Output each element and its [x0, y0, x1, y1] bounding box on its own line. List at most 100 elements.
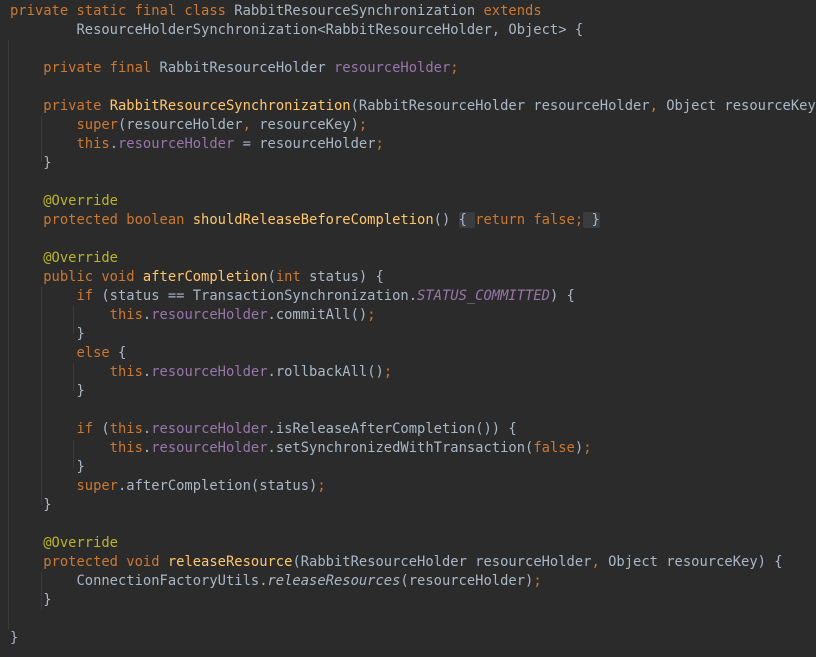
code-token: . — [142, 307, 152, 323]
code-line[interactable] — [10, 401, 816, 420]
code-line[interactable]: super.afterCompletion(status); — [10, 477, 816, 496]
code-token: ( — [101, 421, 110, 437]
code-line[interactable] — [10, 610, 816, 629]
code-token: int — [275, 269, 310, 285]
code-line[interactable]: this.resourceHolder = resourceHolder; — [10, 135, 816, 154]
code-token: resourceKey) — [259, 117, 359, 133]
code-token: ; — [574, 212, 584, 228]
code-line[interactable]: protected void releaseResource(RabbitRes… — [10, 553, 816, 572]
code-token: (status == TransactionSynchronization. — [101, 288, 418, 304]
code-token: private final — [10, 60, 160, 76]
code-token: resourceHolder — [151, 440, 268, 456]
code-token: Object resourceKey) { — [666, 98, 816, 114]
code-line[interactable] — [10, 78, 816, 97]
code-token: if — [10, 421, 102, 437]
code-line[interactable]: @Override — [10, 534, 816, 553]
code-token: , — [591, 554, 609, 570]
code-line[interactable]: else { — [10, 344, 816, 363]
code-editor[interactable]: private static final class RabbitResourc… — [0, 0, 816, 657]
code-token: (RabbitResourceHolder resourceHolder — [350, 98, 650, 114]
code-line[interactable]: public void afterCompletion(int status) … — [10, 268, 816, 287]
code-token: } — [10, 155, 52, 171]
code-line[interactable]: this.resourceHolder.setSynchronizedWithT… — [10, 439, 816, 458]
code-token: resourceHolder — [118, 136, 235, 152]
code-token: ResourceHolderSynchronization<RabbitReso… — [10, 22, 584, 38]
code-line[interactable]: @Override — [10, 249, 816, 268]
code-token: return false — [475, 212, 575, 228]
code-token: resourceHolder — [151, 421, 268, 437]
code-token: ; — [533, 573, 542, 589]
code-line[interactable]: this.resourceHolder.commitAll(); — [10, 306, 816, 325]
code-token: resourceHolder — [333, 60, 451, 76]
code-token: RabbitResourceHolder — [159, 60, 334, 76]
indent-guide — [8, 40, 9, 630]
code-line[interactable]: @Override — [10, 192, 816, 211]
code-token: .commitAll() — [267, 307, 368, 323]
code-token: if — [10, 288, 102, 304]
code-token: protected boolean — [10, 212, 193, 228]
code-token: this — [10, 364, 143, 380]
code-token: this — [10, 136, 110, 152]
code-line[interactable]: } — [10, 496, 816, 515]
code-token: , — [242, 117, 260, 133]
code-line[interactable]: if (this.resourceHolder.isReleaseAfterCo… — [10, 420, 816, 439]
code-line[interactable]: } — [10, 154, 816, 173]
code-line[interactable]: private final RabbitResourceHolder resou… — [10, 59, 816, 78]
code-line[interactable] — [10, 230, 816, 249]
folded-region[interactable]: { — [458, 212, 476, 228]
code-token: . — [142, 421, 152, 437]
code-token: (resourceHolder — [117, 117, 243, 133]
code-line[interactable]: protected boolean shouldReleaseBeforeCom… — [10, 211, 816, 230]
code-token: this — [10, 440, 143, 456]
code-line[interactable]: } — [10, 629, 816, 648]
code-line[interactable]: } — [10, 591, 816, 610]
code-token: ; — [317, 478, 326, 494]
code-token: ) — [574, 440, 584, 456]
code-token: = resourceHolder — [234, 136, 376, 152]
code-token: , — [649, 98, 667, 114]
code-token: ( — [267, 269, 276, 285]
code-token: } — [10, 383, 85, 399]
code-line[interactable]: private RabbitResourceSynchronization(Ra… — [10, 97, 816, 116]
code-token: releaseResources — [267, 573, 401, 589]
code-token: false — [533, 440, 575, 456]
code-token: ; — [450, 60, 459, 76]
code-token: . — [109, 136, 118, 152]
code-token: .afterCompletion(status) — [117, 478, 318, 494]
code-line[interactable]: } — [10, 382, 816, 401]
code-token: .isReleaseAfterCompletion()) { — [267, 421, 517, 437]
code-line[interactable]: private static final class RabbitResourc… — [10, 2, 816, 21]
code-token: } — [10, 592, 52, 608]
code-content[interactable]: private static final class RabbitResourc… — [10, 2, 816, 648]
code-line[interactable]: super(resourceHolder, resourceKey); — [10, 116, 816, 135]
code-token: private static final class — [10, 3, 235, 19]
code-line[interactable] — [10, 515, 816, 534]
code-token: this — [10, 307, 143, 323]
code-token: else — [10, 345, 118, 361]
code-token: Object resourceKey) { — [608, 554, 783, 570]
code-token: private — [10, 98, 110, 114]
code-token: STATUS_COMMITTED — [417, 288, 550, 304]
code-line[interactable]: this.resourceHolder.rollbackAll(); — [10, 363, 816, 382]
code-token: status) { — [309, 269, 384, 285]
code-token: resourceHolder — [151, 364, 268, 380]
code-token: resourceHolder — [151, 307, 268, 323]
code-line[interactable] — [10, 173, 816, 192]
folded-region[interactable]: } — [583, 212, 600, 228]
code-token: ; — [583, 440, 592, 456]
code-token: super — [10, 478, 118, 494]
code-token: (resourceHolder) — [400, 573, 534, 589]
code-line[interactable]: ResourceHolderSynchronization<RabbitReso… — [10, 21, 816, 40]
code-token: } — [10, 630, 19, 646]
code-token: . — [142, 440, 152, 456]
code-line[interactable]: } — [10, 325, 816, 344]
code-token: super — [10, 117, 118, 133]
code-line[interactable]: if (status == TransactionSynchronization… — [10, 287, 816, 306]
code-token: .rollbackAll() — [267, 364, 384, 380]
code-line[interactable] — [10, 40, 816, 59]
code-line[interactable]: } — [10, 458, 816, 477]
code-token: () — [433, 212, 459, 228]
code-token: } — [10, 497, 52, 513]
code-token: releaseResource — [167, 554, 293, 570]
code-line[interactable]: ConnectionFactoryUtils.releaseResources(… — [10, 572, 816, 591]
